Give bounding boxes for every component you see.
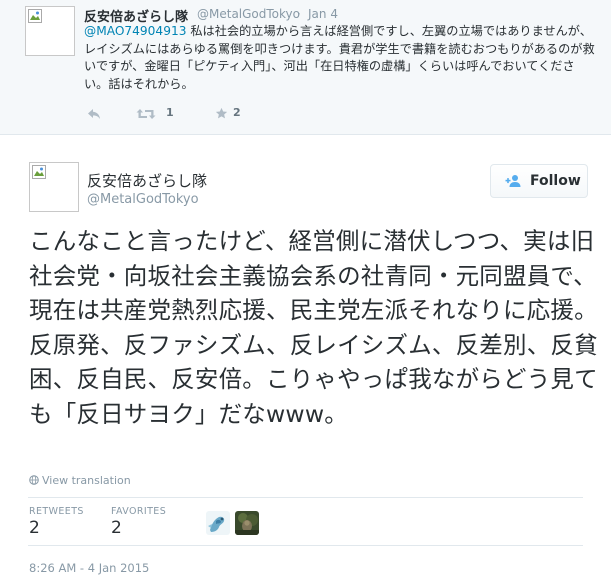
mention-link[interactable]: @MAO74904913 <box>84 24 186 38</box>
reply-icon[interactable] <box>87 108 101 120</box>
follow-label: Follow <box>530 173 581 189</box>
parent-date[interactable]: Jan 4 <box>308 7 338 21</box>
parent-avatar[interactable] <box>25 6 75 56</box>
main-display-name[interactable]: 反安倍あざらし隊 <box>87 170 207 191</box>
favoriter-avatar[interactable] <box>206 511 230 535</box>
main-handle[interactable]: @MetalGodTokyo <box>87 192 199 207</box>
divider-bottom <box>28 545 583 546</box>
retweets-label[interactable]: RETWEETS <box>29 506 84 517</box>
add-user-icon <box>505 175 521 187</box>
parent-retweet-count: 1 <box>166 106 174 119</box>
view-translation-label[interactable]: View translation <box>42 474 131 487</box>
broken-image-icon <box>28 9 42 23</box>
tweet-timestamp: 8:26 AM - 4 Jan 2015 <box>29 561 150 575</box>
parent-tweet-text: @MAO74904913 私は社会的立場から言えば経営側ですし、左翼の立場ではあ… <box>84 23 596 93</box>
parent-separator: · <box>297 7 301 21</box>
parent-tweet[interactable]: 反安倍あざらし隊 @MetalGodTokyo · Jan 4 @MAO7490… <box>0 0 611 135</box>
favorites-label[interactable]: FAVORITES <box>111 506 166 517</box>
broken-image-icon <box>32 165 46 179</box>
favoriter-avatar[interactable] <box>235 511 259 535</box>
retweets-count[interactable]: 2 <box>29 518 40 538</box>
follow-button[interactable]: Follow <box>490 164 588 198</box>
main-avatar[interactable] <box>29 162 79 212</box>
star-icon[interactable] <box>215 107 228 120</box>
globe-icon <box>29 475 39 485</box>
favorites-count[interactable]: 2 <box>111 518 122 538</box>
retweet-icon[interactable] <box>136 108 156 120</box>
parent-handle[interactable]: @MetalGodTokyo <box>197 7 300 21</box>
main-tweet-text: こんなこと言ったけど、経営側に潜伏しつつ、実は旧社会党・向坂社会主義協会系の社青… <box>29 227 598 428</box>
parent-favorite-count: 2 <box>233 106 241 119</box>
divider-top <box>28 497 583 498</box>
view-translation-link[interactable]: View translation <box>29 474 131 487</box>
